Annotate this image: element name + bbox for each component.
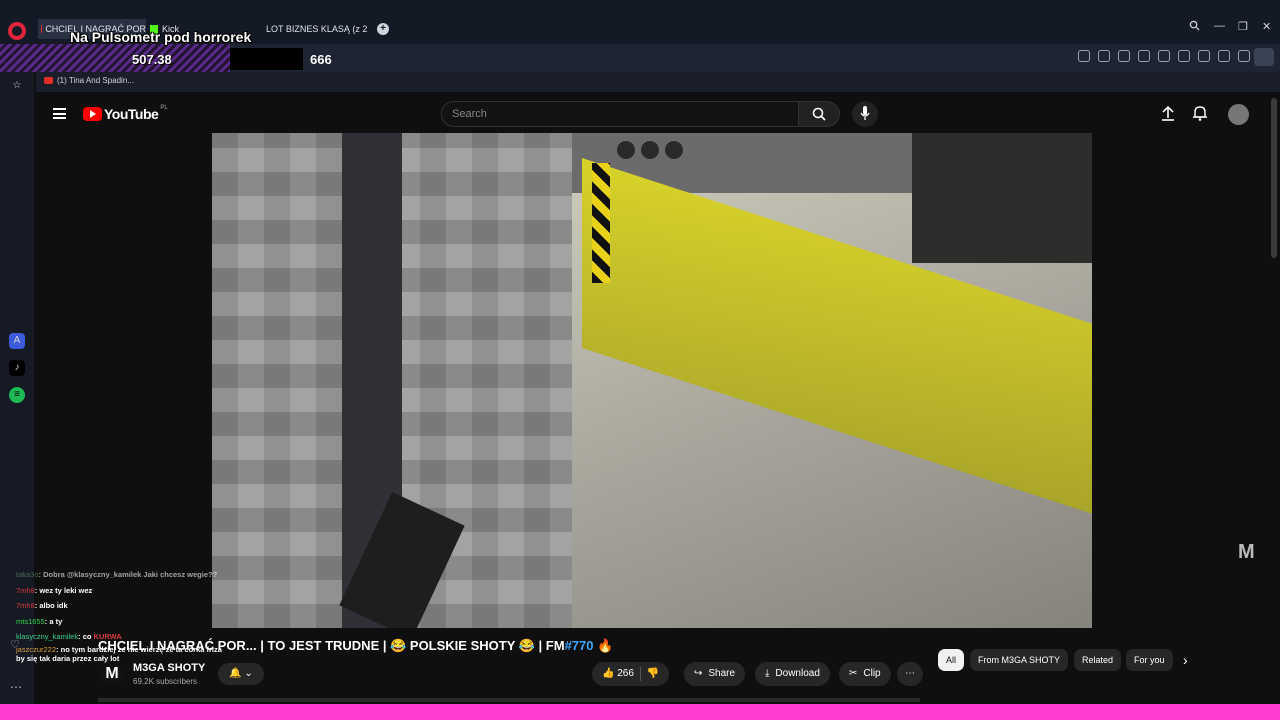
stream-overlay-title: Na Pulsometr pod horrorek (70, 29, 252, 45)
stream-value-right: 666 (310, 52, 332, 67)
chat-message: jaszczur222: no tym bardziej ze nie wier… (16, 644, 222, 654)
adblock-icon[interactable] (1138, 50, 1150, 62)
page-scrollbar[interactable] (1271, 98, 1277, 258)
clip-button[interactable]: ✂ Clip (839, 662, 891, 686)
extension-button[interactable] (1254, 48, 1274, 66)
chip-all[interactable]: All (938, 649, 965, 671)
video-overlay-controls (617, 141, 683, 159)
clip-label: Clip (863, 668, 881, 679)
youtube-play-icon (83, 107, 102, 121)
share-button[interactable]: ↪ Share (684, 662, 746, 686)
bookmark-item[interactable]: (1) Tina And Spadin... (44, 76, 134, 85)
chip-related[interactable]: Related (1074, 649, 1122, 671)
notifications-bell-icon[interactable] (1191, 105, 1209, 123)
youtube-wordmark: YouTube (104, 106, 159, 122)
like-dislike-group: 👍 266 👎 (592, 662, 670, 686)
menu-icon[interactable] (1218, 50, 1230, 62)
voice-search-button[interactable] (852, 101, 878, 127)
chat-message: 7mh8: albo idk (16, 601, 68, 610)
overlay-black-box (230, 48, 303, 70)
download-icon[interactable] (1198, 50, 1210, 62)
download-button[interactable]: ⤓ Download (755, 662, 830, 686)
new-tab-button[interactable]: + (377, 23, 389, 35)
chat-message: klasyczny_kamilek: co KURWA (16, 632, 122, 641)
sparkle-icon[interactable] (641, 141, 659, 159)
stream-value-left: 507.38 (132, 52, 172, 67)
chat-message: taka3o: Dobra @klasyczny_kamilek Jaki ch… (16, 570, 218, 579)
video-dark-corner (912, 133, 1092, 263)
like-button[interactable]: 👍 266 (602, 662, 634, 686)
close-icon[interactable]: ✕ (1262, 20, 1271, 33)
bookmark-label: (1) Tina And Spadin... (57, 76, 134, 85)
tiktok-icon[interactable]: ♪ (9, 360, 25, 376)
like-count: 266 (617, 668, 634, 679)
stream-chat-overlay: taka3o: Dobra @klasyczny_kamilek Jaki ch… (16, 567, 276, 664)
miniplayer-icon[interactable] (617, 141, 635, 159)
divider (639, 667, 641, 681)
chat-message: mts1655: a ty (16, 616, 63, 626)
recommendation-placeholder (98, 698, 920, 702)
channel-name[interactable]: M3GA SHOTY (133, 662, 205, 674)
maximize-icon[interactable]: ❐ (1238, 20, 1248, 33)
bookmarks-bar: (1) Tina And Spadin... (36, 72, 1280, 92)
video-hashtag[interactable]: #770 (565, 638, 594, 653)
channel-watermark[interactable]: M (1238, 541, 1255, 564)
subscription-bell-button[interactable]: 🔔 ⌄ (218, 663, 264, 685)
skip-icon[interactable] (665, 141, 683, 159)
chat-message: by się tak daria przez cały lot (16, 653, 120, 663)
country-code: PL (160, 105, 168, 111)
search-tabs-icon[interactable] (1189, 20, 1200, 34)
channel-avatar[interactable]: M (100, 662, 124, 686)
hamburger-menu-icon[interactable] (53, 108, 66, 119)
heart-icon[interactable] (1178, 50, 1190, 62)
opera-logo-icon[interactable] (8, 22, 26, 40)
video-player[interactable] (212, 133, 1092, 628)
chevron-right-icon[interactable]: › (1183, 652, 1188, 668)
scissors-icon: ✂ (849, 668, 858, 679)
upload-icon[interactable] (1159, 105, 1177, 123)
dislike-button[interactable]: 👎 (647, 662, 659, 686)
user-avatar[interactable] (1228, 104, 1249, 125)
shield-icon[interactable] (1118, 50, 1130, 62)
more-icon[interactable]: ⋯ (10, 680, 22, 694)
aria-icon[interactable]: A (9, 333, 25, 349)
profile-icon[interactable] (1238, 50, 1250, 62)
subscriber-count: 69.2K subscribers (133, 677, 198, 686)
chip-for-you[interactable]: For you (1126, 649, 1173, 671)
stream-bottom-bar (0, 704, 1280, 720)
snapshot-icon[interactable] (1078, 50, 1090, 62)
share-label: Share (708, 668, 736, 679)
spotify-icon[interactable]: ≡ (9, 387, 25, 403)
star-icon[interactable]: ☆ (9, 78, 25, 94)
search-input[interactable]: Search (441, 101, 799, 127)
overlay-stripe (0, 44, 230, 72)
minimize-icon[interactable]: — (1214, 20, 1225, 32)
video-title-end: 🔥 (593, 638, 614, 653)
heart-icon[interactable]: ♡ (10, 638, 20, 651)
search-button[interactable] (798, 101, 840, 127)
tab-lot[interactable]: LOT BIZNES KLASĄ (z 2 lu (262, 19, 368, 39)
youtube-logo[interactable]: YouTube PL (83, 105, 168, 122)
chip-from-channel[interactable]: From M3GA SHOTY (970, 649, 1069, 671)
camera-icon[interactable] (1098, 50, 1110, 62)
chat-message: 7mh8: wez ty leki wez (16, 585, 93, 595)
chat-emote: KURWA (93, 632, 122, 641)
download-label: Download (775, 668, 820, 679)
share-icon: ↪ (694, 668, 703, 679)
youtube-bookmark-icon (44, 77, 53, 84)
play-icon[interactable] (1158, 50, 1170, 62)
download-icon: ⤓ (765, 668, 770, 679)
video-hazard-stripe (592, 163, 610, 283)
tab-label: LOT BIZNES KLASĄ (z 2 lu (266, 24, 368, 34)
more-actions-button[interactable]: ⋯ (897, 662, 923, 686)
browser-toolbar (1078, 50, 1250, 62)
